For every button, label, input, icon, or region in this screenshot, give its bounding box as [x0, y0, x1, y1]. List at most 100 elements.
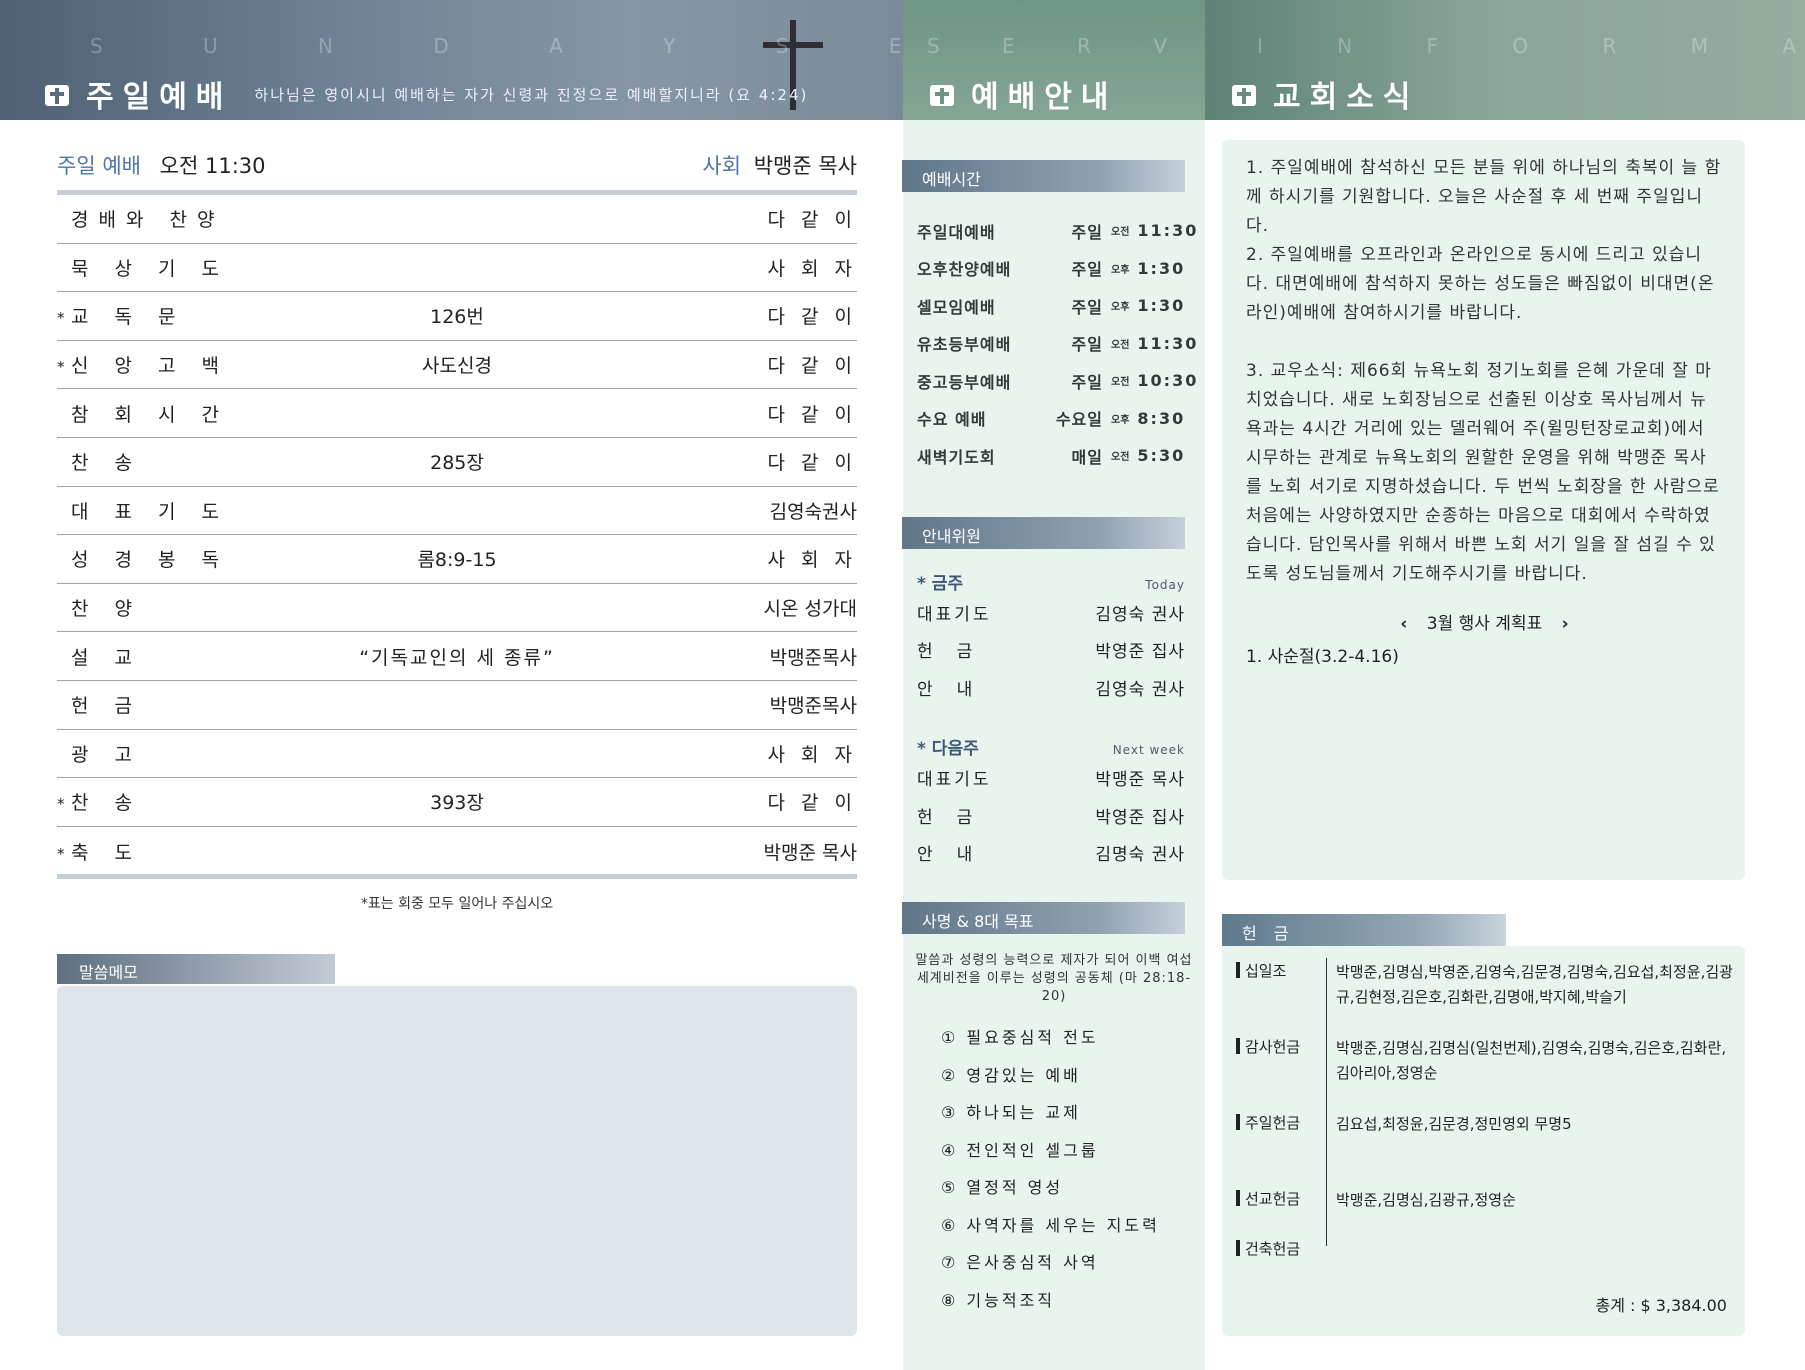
order-row: 경배와 찬양 다 같 이 — [57, 195, 857, 244]
leader-label: 사회 — [702, 154, 742, 178]
service-day: 주일 — [1071, 222, 1103, 242]
standing-mark: * — [57, 844, 75, 863]
guides-label: 안내위원 — [902, 516, 1185, 549]
goals-list: ① 필요중심적 전도 ② 영감있는 예배 ③ 하나되는 교제 ④ 전인적인 셀그… — [941, 1018, 1205, 1318]
order-item: 묵 상 기 도 — [71, 257, 230, 280]
service-day: 주일 — [1071, 260, 1103, 280]
section-title: 예배안내 — [971, 80, 1118, 115]
order-row: *축 도 박맹준 목사 — [57, 827, 857, 876]
order-item: 경배와 찬양 — [71, 209, 225, 232]
offering-names: 박맹준,김명심,박영준,김영숙,김문경,김명숙,김요섭,최정윤,김광규,김현정,… — [1336, 963, 1733, 1006]
guide-name: 박영준 집사 — [1095, 807, 1185, 828]
offering-type: 선교헌금 — [1245, 1190, 1301, 1208]
service-time: 1:30 — [1137, 296, 1186, 316]
order-person: 다 같 이 — [767, 355, 857, 378]
chevron-right-icon[interactable]: › — [1562, 614, 1569, 634]
order-person: 사 회 자 — [767, 257, 857, 280]
offering-total: 총계 : $ 3,384.00 — [1595, 1296, 1727, 1315]
service-day: 매일 — [1071, 447, 1103, 467]
list-item: 중고등부예배 주일 오전 10:30 — [917, 362, 1205, 400]
header-sunday-service: S U N D A Y S E R V I C E 주일예배 하나님은 영이시니… — [0, 0, 903, 120]
bible-cross-icon — [930, 85, 954, 106]
service-name: 주일대예배 — [917, 222, 996, 242]
bible-cross-icon — [45, 85, 69, 106]
standing-footnote: *표는 회중 모두 일어나 주십시오 — [360, 896, 554, 913]
service-ampm: 오후 — [1111, 264, 1130, 276]
service-info-column: 예배시간 주일대예배 주일 오전 11:30 오후찬양예배 주일 오후 1:30 셀모임예배… — [902, 120, 1205, 1370]
service-time: 11:30 — [1137, 333, 1199, 353]
service-time: 오전 11:30 — [159, 154, 266, 178]
guide-role: 안내 — [917, 845, 997, 866]
order-item: 참 회 시 간 — [71, 403, 230, 426]
offering-names: 김요섭,최정윤,김문경,정민영외 무명5 — [1336, 1115, 1572, 1133]
mission-label: 사명 & 8대 목표 — [902, 901, 1185, 934]
order-item: 찬 양 — [71, 598, 142, 621]
service-day: 주일 — [1071, 372, 1103, 392]
guide-name: 김명숙 권사 — [1095, 845, 1185, 866]
order-person: 박맹준 목사 — [763, 841, 857, 864]
service-name: 수요 예배 — [917, 410, 987, 430]
service-name: 중고등부예배 — [917, 372, 1012, 392]
list-item: 대표기도 김영숙 권사 — [917, 594, 1185, 632]
order-content: 126번 — [430, 306, 484, 329]
service-day: 수요일 — [1055, 410, 1103, 430]
list-item: ⑧ 기능적조직 — [941, 1290, 1056, 1310]
list-item: ⑤ 열정적 영성 — [941, 1178, 1064, 1198]
service-time: 8:30 — [1137, 408, 1186, 428]
church-news-box: 1. 주일예배에 참석하신 모든 분들 위에 하나님의 축복이 늘 함께 하시기… — [1222, 140, 1745, 880]
list-item: ⑥ 사역자를 세우는 지도력 — [941, 1215, 1160, 1235]
service-ampm: 오전 — [1111, 339, 1130, 351]
guide-name: 김영숙 권사 — [1095, 679, 1185, 700]
header-english: I N F O R M A T I O N — [1257, 34, 1805, 58]
service-ampm: 오전 — [1111, 227, 1130, 239]
service-summary: 주일 예배 오전 11:30 사회 박맹준 목사 — [57, 150, 857, 195]
list-item: 오후찬양예배 주일 오후 1:30 — [917, 250, 1205, 288]
order-person: 사 회 자 — [767, 549, 857, 572]
list-item: ② 영감있는 예배 — [941, 1065, 1081, 1085]
offering-type: 건축헌금 — [1245, 1240, 1301, 1258]
offering-type: 감사헌금 — [1245, 1038, 1301, 1056]
chevron-left-icon[interactable]: ‹ — [1400, 614, 1407, 634]
list-item: 헌금 박영준 집사 — [917, 631, 1185, 669]
order-list: 경배와 찬양 다 같 이 묵 상 기 도 사 회 자 *교 독 문 126번 다… — [57, 195, 857, 875]
order-row: 헌 금 박맹준목사 — [57, 681, 857, 730]
order-item: 축 도 — [71, 841, 142, 864]
order-item: 대 표 기 도 — [71, 500, 230, 523]
order-item: 헌 금 — [71, 695, 142, 718]
offering-box: 십일조 박맹준,김명심,박영준,김영숙,김문경,김명숙,김요섭,최정윤,김광규,… — [1222, 946, 1745, 1336]
leader-name: 박맹준 목사 — [753, 154, 857, 178]
order-person: 김영숙권사 — [769, 500, 857, 523]
order-row: 설 교 “기독교인의 세 종류” 박맹준목사 — [57, 632, 857, 681]
offering-label: 헌 금 — [1222, 914, 1506, 946]
guides-next-week: * 다음주 Next week 대표기도 박맹준 목사 헌금 박영준 집사 안내 김명숙… — [917, 734, 1185, 872]
header-service-info: S E R V I C E 예배안내 — [903, 0, 1205, 120]
order-person: 시온 성가대 — [763, 598, 857, 621]
section-title: 교회소식 — [1273, 80, 1420, 115]
standing-mark: * — [57, 795, 75, 814]
table-row: 감사헌금 박맹준,김명심,김명심(일천번제),김영숙,김명숙,김은호,김화란,김… — [1236, 1036, 1736, 1086]
service-time: 1:30 — [1137, 258, 1186, 278]
order-row: 찬 송 285장 다 같 이 — [57, 438, 857, 487]
worship-times-list: 주일대예배 주일 오전 11:30 오후찬양예배 주일 오후 1:30 셀모임예배 주일 오후 1… — [917, 212, 1205, 475]
header-english: S U N D A Y S E R V I C E — [90, 34, 903, 58]
service-ampm: 오전 — [1111, 377, 1130, 389]
guides-week-english: Next week — [1112, 743, 1185, 757]
mission-statement: 말씀과 성령의 능력으로 제자가 되어 이백 여섭 세계비전을 이루는 성령의 … — [915, 952, 1193, 1004]
news-paragraph: 2. 주일예배를 오프라인과 온라인으로 동시에 드리고 있습니다. 대면예배에… — [1246, 245, 1715, 323]
standing-mark: * — [57, 309, 75, 328]
service-name: 새벽기도회 — [917, 447, 996, 467]
guide-name: 박영준 집사 — [1095, 642, 1185, 663]
bible-cross-icon — [1232, 85, 1256, 106]
order-item: 찬 송 — [71, 792, 142, 815]
order-row: 성 경 봉 독 롬8:9-15 사 회 자 — [57, 535, 857, 584]
sermon-memo-area[interactable] — [57, 986, 857, 1336]
order-person: 사 회 자 — [767, 743, 857, 766]
table-row: 주일헌금 김요섭,최정윤,김문경,정민영외 무명5 — [1236, 1112, 1736, 1137]
order-person: 다 같 이 — [767, 403, 857, 426]
order-row: 묵 상 기 도 사 회 자 — [57, 244, 857, 293]
offering-names: 박맹준,김명심,김광규,정영순 — [1336, 1191, 1516, 1209]
news-paragraph: 3. 교우소식: 제66회 뉴욕노회 정기노회를 은혜 가운데 잘 마치었습니다… — [1246, 361, 1720, 584]
guide-role: 대표기도 — [917, 770, 992, 791]
order-person: 다 같 이 — [767, 306, 857, 329]
offering-names — [1336, 1238, 1736, 1259]
